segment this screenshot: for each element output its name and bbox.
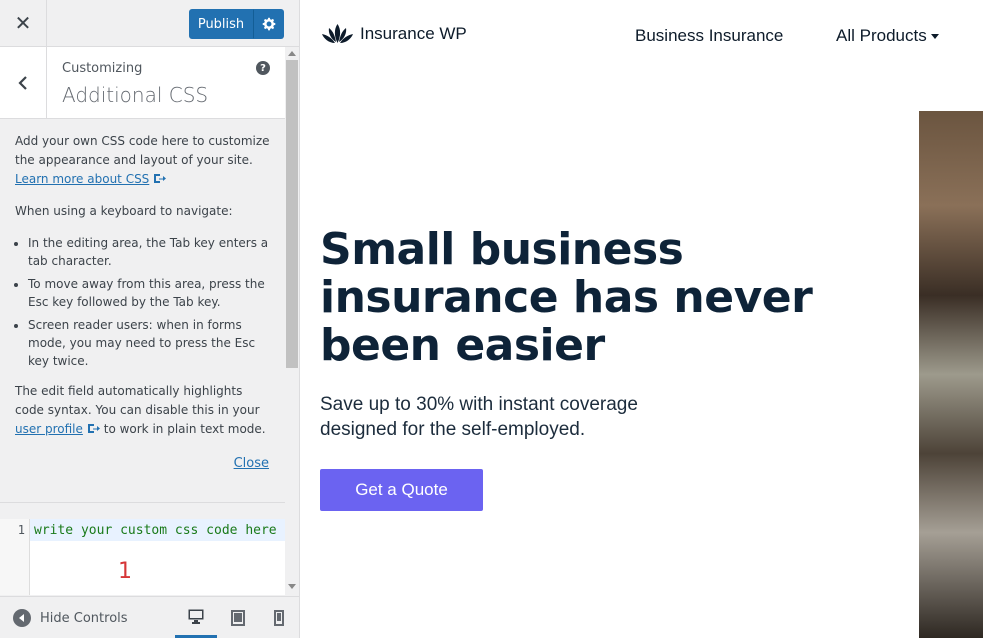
customizer-topbar: ✕ Publish	[0, 0, 299, 47]
preview-mobile-button[interactable]	[258, 597, 299, 638]
scrollbar-thumb[interactable]	[286, 60, 298, 368]
preview-desktop-button[interactable]	[175, 597, 217, 638]
gear-icon	[262, 17, 275, 31]
customizer-sidebar: ✕ Publish Customizing Additional CSS ? A…	[0, 0, 300, 638]
site-preview: Insurance WP Business Insurance All Prod…	[300, 0, 983, 638]
panel-header: Customizing Additional CSS ?	[0, 47, 285, 119]
tablet-icon	[231, 609, 245, 626]
css-description: Add your own CSS code here to customize …	[0, 120, 285, 500]
close-description-link[interactable]: Close	[234, 454, 269, 473]
site-name: Insurance WP	[360, 24, 467, 43]
css-editor: 1 write your custom css code here 1	[0, 502, 285, 595]
line-number: 1	[17, 523, 25, 537]
dropdown-caret-icon	[930, 33, 939, 39]
user-profile-link[interactable]: user profile	[15, 422, 83, 436]
hero-title: Small business insurance has never been …	[320, 224, 813, 371]
sidebar-scrollbar[interactable]	[285, 47, 299, 594]
line-number-gutter: 1	[0, 519, 30, 595]
annotation-number: 1	[118, 559, 132, 584]
scroll-up-arrow-icon[interactable]	[288, 51, 296, 56]
highlight-text-after: to work in plain text mode.	[103, 422, 266, 436]
publish-settings-button[interactable]	[253, 9, 284, 39]
code-line[interactable]: write your custom css code here	[30, 519, 285, 541]
close-icon: ✕	[14, 11, 32, 35]
site-logo[interactable]: Insurance WP	[321, 22, 467, 46]
chevron-left-icon	[18, 76, 27, 90]
keyboard-heading: When using a keyboard to navigate:	[15, 204, 233, 218]
close-customizer-button[interactable]: ✕	[0, 0, 47, 46]
nav-business-insurance[interactable]: Business Insurance	[635, 26, 783, 46]
mobile-icon	[274, 609, 284, 626]
hero-subtitle: Save up to 30% with instant coverage des…	[320, 394, 638, 440]
lotus-logo-icon	[322, 24, 353, 43]
hero-photo	[919, 111, 983, 638]
intro-text: Add your own CSS code here to customize …	[15, 134, 270, 167]
customizing-label: Customizing	[62, 61, 143, 76]
hide-controls-button[interactable]: Hide Controls	[13, 609, 128, 627]
code-editor-area[interactable]: 1 write your custom css code here 1	[0, 519, 285, 595]
desktop-icon	[188, 609, 204, 624]
description-intro: Add your own CSS code here to customize …	[15, 132, 270, 189]
back-button[interactable]	[0, 47, 47, 119]
list-item: To move away from this area, press the E…	[28, 275, 270, 311]
get-a-quote-button[interactable]: Get a Quote	[320, 469, 483, 511]
help-icon[interactable]: ?	[256, 61, 270, 75]
list-item: Screen reader users: when in forms mode,…	[28, 316, 270, 370]
highlight-note: The edit field automatically highlights …	[15, 382, 270, 439]
nav-all-products-label: All Products	[836, 26, 927, 45]
panel-title: Additional CSS	[62, 83, 209, 107]
collapse-icon	[13, 609, 31, 627]
preview-tablet-button[interactable]	[217, 597, 259, 638]
keyboard-tips-list: In the editing area, the Tab key enters …	[15, 234, 270, 370]
nav-all-products[interactable]: All Products	[836, 26, 939, 46]
external-link-icon	[154, 174, 167, 183]
publish-button[interactable]: Publish	[189, 9, 253, 39]
learn-more-css-link[interactable]: Learn more about CSS	[15, 172, 149, 186]
list-item: In the editing area, the Tab key enters …	[28, 234, 270, 270]
scroll-down-arrow-icon[interactable]	[288, 584, 296, 589]
external-link-icon	[87, 424, 100, 433]
customizer-footer: Hide Controls	[0, 596, 299, 638]
publish-group: Publish	[189, 9, 284, 39]
highlight-text-before: The edit field automatically highlights …	[15, 384, 260, 417]
hide-controls-label: Hide Controls	[40, 610, 128, 626]
